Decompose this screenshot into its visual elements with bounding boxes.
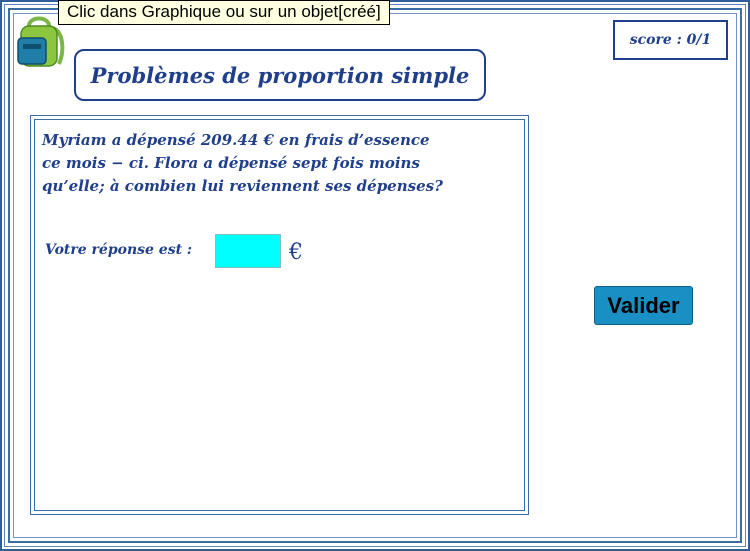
answer-label: Votre réponse est : [45, 242, 193, 258]
problem-line: Myriam a dépensé 209.44 € en frais d’ess… [42, 131, 430, 149]
question-panel-inner: Myriam a dépensé 209.44 € en frais d’ess… [34, 119, 525, 511]
validate-button[interactable]: Valider [594, 286, 693, 325]
problem-line: ce mois − ci. Flora a dépensé sept fois … [42, 154, 420, 172]
euro-unit: € [289, 240, 303, 265]
tooltip: Clic dans Graphique ou sur un objet[créé… [58, 0, 390, 25]
problem-line: qu’elle; à combien lui reviennent ses dé… [42, 177, 443, 195]
problem-statement: Myriam a dépensé 209.44 € en frais d’ess… [42, 129, 512, 198]
page-title: Problèmes de proportion simple [74, 49, 486, 101]
question-panel: Myriam a dépensé 209.44 € en frais d’ess… [30, 115, 529, 515]
answer-input[interactable] [215, 234, 281, 268]
score-display: score : 0/1 [613, 20, 728, 60]
